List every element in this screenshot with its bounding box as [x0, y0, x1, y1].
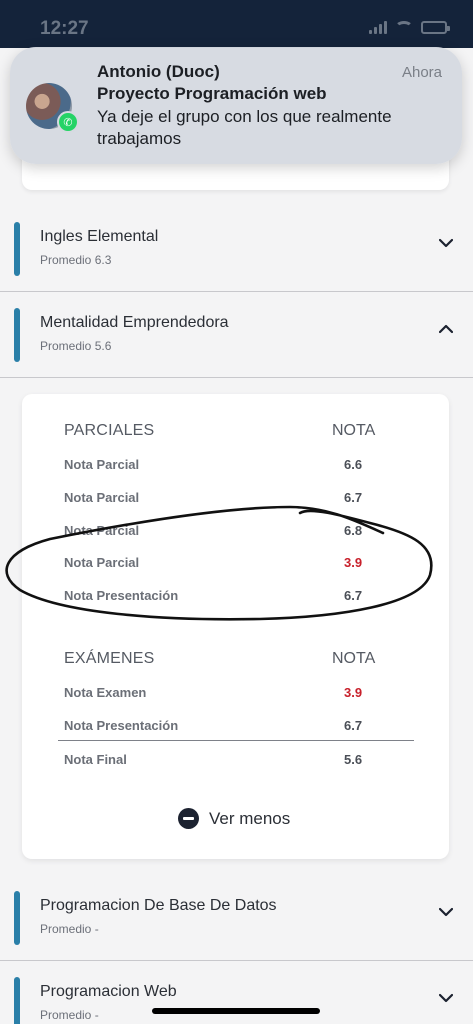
status-icons [369, 20, 450, 34]
exams-grade-header: NOTA [332, 650, 376, 667]
minus-circle-icon [178, 808, 199, 829]
subject-average: Promedio 5.6 [40, 339, 112, 353]
subject-row-programacion-web[interactable]: Programacion Web Promedio - [0, 961, 473, 1024]
chevron-up-icon[interactable] [439, 322, 453, 336]
battery-icon [421, 20, 450, 34]
final-grade-divider [58, 740, 414, 741]
notification-banner[interactable]: ✆ Antonio (Duoc) Ahora Proyecto Programa… [10, 47, 462, 164]
subject-name: Ingles Elemental [40, 228, 159, 245]
notification-time: Ahora [401, 64, 442, 81]
notification-group: Proyecto Programación web [97, 84, 327, 103]
grade-label: Nota Parcial [64, 555, 140, 570]
cellular-signal-icon [369, 20, 387, 34]
ver-menos-button[interactable]: Ver menos [178, 808, 290, 829]
grade-label: Nota Parcial [64, 523, 140, 538]
subject-accent-bar [14, 891, 20, 945]
partials-header: PARCIALES [64, 422, 155, 439]
whatsapp-icon: ✆ [57, 111, 79, 133]
wifi-icon [395, 20, 413, 34]
grade-value: 6.7 [344, 588, 363, 603]
home-indicator[interactable] [152, 1008, 320, 1014]
status-time: 12:27 [40, 18, 89, 39]
chevron-down-icon[interactable] [439, 905, 453, 919]
chevron-down-icon[interactable] [439, 991, 453, 1005]
status-bar: 12:27 [0, 0, 473, 48]
exams-header: EXÁMENES [64, 650, 155, 667]
subject-row-ingles-elemental[interactable]: Ingles Elemental Promedio 6.3 [0, 206, 473, 292]
grade-value: 6.8 [344, 523, 363, 538]
grades-card: PARCIALES NOTA Nota Parcial 6.6 Nota Par… [22, 394, 449, 859]
subject-accent-bar [14, 977, 20, 1024]
notification-message: Ya deje el grupo con los que realmente t… [97, 107, 392, 148]
grade-value-low: 3.9 [344, 685, 363, 700]
subject-average: Promedio - [40, 1008, 99, 1022]
grade-label: Nota Presentación [64, 718, 179, 733]
subject-row-programacion-base-datos[interactable]: Programacion De Base De Datos Promedio - [0, 875, 473, 961]
subject-accent-bar [14, 308, 20, 362]
grade-value: 6.6 [344, 457, 363, 472]
subject-accent-bar [14, 222, 20, 276]
notification-sender: Antonio (Duoc) [97, 62, 220, 81]
subject-name: Mentalidad Emprendedora [40, 314, 229, 331]
grade-value-low: 3.9 [344, 555, 363, 570]
grade-label: Nota Parcial [64, 457, 140, 472]
subject-name: Programacion Web [40, 983, 177, 1000]
partials-grade-header: NOTA [332, 422, 376, 439]
final-grade-label: Nota Final [64, 752, 127, 767]
ver-menos-label: Ver menos [209, 808, 291, 828]
subject-name: Programacion De Base De Datos [40, 897, 277, 914]
grade-label: Nota Parcial [64, 490, 140, 505]
final-grade-value: 5.6 [344, 752, 363, 767]
grade-label: Nota Presentación [64, 588, 179, 603]
chevron-down-icon[interactable] [439, 236, 453, 250]
subject-average: Promedio 6.3 [40, 253, 112, 267]
grade-value: 6.7 [344, 718, 363, 733]
subject-row-mentalidad-emprendedora[interactable]: Mentalidad Emprendedora Promedio 5.6 [0, 292, 473, 378]
grade-label: Nota Examen [64, 685, 147, 700]
grade-value: 6.7 [344, 490, 363, 505]
subject-average: Promedio - [40, 922, 99, 936]
